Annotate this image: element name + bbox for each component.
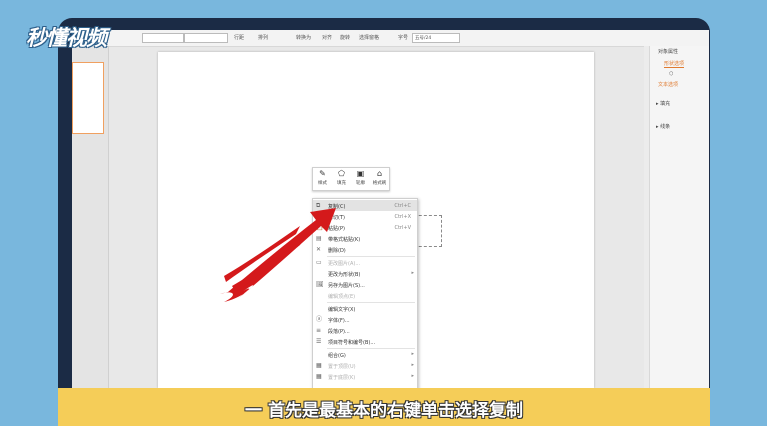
menu-item-group[interactable]: 组合(G) ▸ <box>313 349 417 360</box>
menu-item-label: 编辑顶点(E) <box>328 294 356 300</box>
subtitle-bar: 一 首先是最基本的右键单击选择复制 <box>58 388 710 426</box>
menu-item-change-shape[interactable]: 更改为形状(B) ▸ <box>313 268 417 279</box>
mini-outline-label: 轮廓 <box>356 181 365 186</box>
font-icon: ⓐ <box>316 316 323 323</box>
section-line-label: 线条 <box>660 124 671 130</box>
menu-item-label: 编辑文字(X) <box>328 307 356 313</box>
chevron-right-icon: ▸ <box>411 362 414 368</box>
menu-item-label: 删除(D) <box>328 248 346 254</box>
menu-item-paste[interactable]: 📋 粘贴(P) Ctrl+V <box>313 222 417 233</box>
menu-item-paragraph[interactable]: ≡ 段落(P)... <box>313 325 417 336</box>
font-name-box-2[interactable] <box>184 33 228 43</box>
menu-item-cut[interactable]: ✂ 剪切(T) Ctrl+X <box>313 211 417 222</box>
menu-item-edit-points[interactable]: 编辑顶点(E) <box>313 290 417 301</box>
menu-item-paste-format[interactable]: ▤ 带格式粘贴(K) <box>313 233 417 244</box>
menu-item-label: 另存为图片(S)... <box>328 283 365 289</box>
subtitle-text: 一 首先是最基本的右键单击选择复制 <box>245 401 523 421</box>
menu-item-delete[interactable]: ✕ 删除(D) <box>313 244 417 255</box>
menu-item-label: 置于底层(K) <box>328 375 356 381</box>
menu-item-label: 复制(C) <box>328 204 346 210</box>
menu-item-label: 段落(P)... <box>328 329 350 335</box>
mini-fill-label: 填充 <box>337 181 346 186</box>
menu-item-label: 置于顶层(U) <box>328 364 356 370</box>
tab-shape-options[interactable]: 形状选项 <box>664 60 685 68</box>
mini-style-button[interactable]: ✎ 样式 <box>313 168 332 190</box>
tab-text-options[interactable]: 文本选项 <box>658 81 678 88</box>
menu-item-label: 项目符号和编号(B)... <box>328 340 376 346</box>
ribbon-item-arrange[interactable]: 排列 <box>258 34 268 41</box>
bring-front-icon: ▦ <box>316 362 322 369</box>
menu-item-label: 更改图片(A)... <box>328 261 361 267</box>
slide-thumbnail-1[interactable] <box>72 62 104 134</box>
outline-icon: ▣ <box>356 169 365 178</box>
ribbon-item-font-size[interactable]: 字号 <box>398 34 408 41</box>
ribbon-item-convert[interactable]: 转换为 <box>296 34 311 41</box>
menu-item-label: 组合(G) <box>328 353 346 359</box>
ribbon-item-line-spacing[interactable]: 行距 <box>234 34 244 41</box>
ribbon-toolbar: 行距 排列 转换为 对齐 旋转 选择窗格 字号 五号/24 <box>72 30 709 47</box>
mini-outline-button[interactable]: ▣ 轮廓 <box>351 168 370 190</box>
copy-icon: ⧉ <box>316 202 321 209</box>
chevron-right-icon: ▸ <box>411 270 414 276</box>
slide-thumbnail-pane <box>72 46 109 388</box>
menu-item-change-picture[interactable]: ▭ 更改图片(A)... <box>313 257 417 268</box>
section-fill-label: 填充 <box>660 101 671 107</box>
context-menu: ⧉ 复制(C) Ctrl+C ✂ 剪切(T) Ctrl+X 📋 粘贴(P) Ct… <box>312 198 418 388</box>
mini-fill-button[interactable]: ⬠ 填充 <box>332 168 351 190</box>
menu-item-label: 带格式粘贴(K) <box>328 237 361 243</box>
bullets-icon: ☰ <box>316 338 322 345</box>
font-name-box[interactable] <box>142 33 184 43</box>
menu-item-bring-front[interactable]: ▦ 置于顶层(U) ▸ <box>313 360 417 371</box>
menu-item-save-picture[interactable]: 🖼 另存为图片(S)... <box>313 279 417 290</box>
pane-title: 对象属性 <box>658 49 679 55</box>
chevron-right-icon: ▸ <box>411 373 414 379</box>
delete-icon: ✕ <box>316 246 322 253</box>
menu-item-send-back[interactable]: ▦ 置于底层(K) ▸ <box>313 371 417 382</box>
section-fill[interactable]: ▸ 填充 <box>656 100 670 107</box>
mini-toolbar: ✎ 样式 ⬠ 填充 ▣ 轮廓 ⌂ 格式刷 <box>312 167 390 191</box>
menu-item-bullets[interactable]: ☰ 项目符号和编号(B)... <box>313 336 417 347</box>
send-back-icon: ▦ <box>316 373 322 380</box>
menu-item-copy[interactable]: ⧉ 复制(C) Ctrl+C <box>313 200 417 211</box>
app-window: 行距 排列 转换为 对齐 旋转 选择窗格 字号 五号/24 ↻ 百度 ✎ 样式 … <box>72 30 709 388</box>
save-picture-icon: 🖼 <box>316 281 324 288</box>
font-size-value: 五号/24 <box>415 36 432 41</box>
pen-icon: ✎ <box>319 169 326 178</box>
paste-icon: 📋 <box>316 224 324 231</box>
menu-item-label: 更改为形状(B) <box>328 272 361 278</box>
menu-item-shortcut: Ctrl+V <box>394 225 411 231</box>
chevron-right-icon: ▸ <box>411 351 414 357</box>
mini-format-painter-button[interactable]: ⌂ 格式刷 <box>370 168 389 190</box>
menu-item-font[interactable]: ⓐ 字体(F)... <box>313 314 417 325</box>
change-picture-icon: ▭ <box>316 259 322 266</box>
menu-item-label: 剪切(T) <box>328 215 345 221</box>
menu-item-shortcut: Ctrl+X <box>394 214 411 220</box>
paragraph-icon: ≡ <box>316 327 322 334</box>
section-line[interactable]: ▸ 线条 <box>656 123 670 130</box>
ribbon-item-rotate[interactable]: 旋转 <box>340 34 350 41</box>
format-painter-icon: ⌂ <box>376 169 383 178</box>
ribbon-item-align[interactable]: 对齐 <box>322 34 332 41</box>
font-size-box[interactable]: 五号/24 <box>412 33 460 43</box>
brand-logo: 秒懂视频 <box>26 26 107 50</box>
menu-item-label: 字体(F)... <box>328 318 350 324</box>
paste-format-icon: ▤ <box>316 235 322 242</box>
menu-item-label: 粘贴(P) <box>328 226 345 232</box>
ribbon-item-selection-pane[interactable]: 选择窗格 <box>359 34 379 41</box>
menu-item-edit-text[interactable]: 编辑文字(X) <box>313 303 417 314</box>
shape-options-icon[interactable]: ⬡ <box>669 71 673 77</box>
menu-item-shortcut: Ctrl+C <box>394 203 411 209</box>
fill-bucket-icon: ⬠ <box>338 169 345 178</box>
object-properties-pane: 对象属性 形状选项 ⬡ 文本选项 ▸ 填充 ▸ 线条 <box>649 46 709 388</box>
mini-format-painter-label: 格式刷 <box>372 181 387 186</box>
mini-style-label: 样式 <box>318 181 327 186</box>
scissors-icon: ✂ <box>316 213 322 220</box>
